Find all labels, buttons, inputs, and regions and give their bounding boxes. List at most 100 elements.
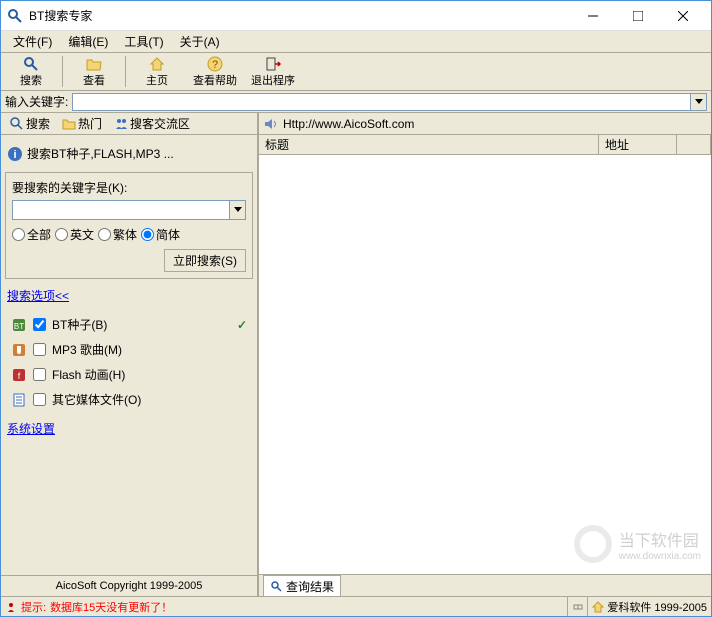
system-settings-link[interactable]: 系统设置 xyxy=(5,416,253,441)
tab-search[interactable]: 搜索 xyxy=(5,113,55,135)
tab-hot-label: 热门 xyxy=(78,115,102,132)
left-panel: 搜索 热门 搜客交流区 i 搜索BT种子,FLASH,MP3 ... 要搜索的关 xyxy=(1,113,259,596)
chevron-down-icon[interactable] xyxy=(229,201,245,219)
toolbar-help-button[interactable]: ? 查看帮助 xyxy=(186,54,244,89)
radio-simplified[interactable]: 简体 xyxy=(141,226,180,243)
bottom-tabs: 查询结果 xyxy=(259,574,711,596)
search-now-button[interactable]: 立即搜索(S) xyxy=(164,249,246,272)
folder-icon xyxy=(62,117,76,131)
watermark-text2: www.downxia.com xyxy=(619,551,701,562)
options-list: BT BT种子(B) ✓ MP3 歌曲(M) f Flash xyxy=(5,308,253,416)
watermark-icon xyxy=(573,524,613,564)
option-bt-label: BT种子(B) xyxy=(52,316,107,333)
window-title: BT搜索专家 xyxy=(29,7,570,24)
menubar: 文件(F) 编辑(E) 工具(T) 关于(A) xyxy=(1,31,711,53)
keyword-bar: 输入关键字: xyxy=(1,91,711,113)
search-icon xyxy=(10,117,24,131)
search-group: 要搜索的关键字是(K): 全部 英文 繁体 简体 立即搜索(S) xyxy=(5,172,253,279)
toolbar: 搜索 查看 主页 ? 查看帮助 退出程序 xyxy=(1,53,711,91)
right-panel: Http://www.AicoSoft.com 标题 地址 当下软件园 www.… xyxy=(259,113,711,596)
keyword-field-label: 要搜索的关键字是(K): xyxy=(12,179,246,196)
toolbar-separator xyxy=(125,56,126,87)
search-icon xyxy=(270,580,282,592)
option-flash-label: Flash 动画(H) xyxy=(52,366,125,383)
keyword-label: 输入关键字: xyxy=(5,93,68,110)
checkbox-flash[interactable] xyxy=(33,368,46,381)
info-icon: i xyxy=(7,146,23,162)
minimize-button[interactable] xyxy=(570,2,615,30)
search-icon xyxy=(23,56,39,72)
list-header: 标题 地址 xyxy=(259,135,711,155)
sound-icon xyxy=(263,116,279,132)
tab-forum[interactable]: 搜客交流区 xyxy=(109,113,195,135)
radio-traditional[interactable]: 繁体 xyxy=(98,226,137,243)
tab-search-label: 搜索 xyxy=(26,115,50,132)
chevron-down-icon[interactable] xyxy=(690,94,706,110)
svg-text:?: ? xyxy=(212,59,218,71)
tab-hot[interactable]: 热门 xyxy=(57,113,107,135)
option-other-label: 其它媒体文件(O) xyxy=(52,391,141,408)
toolbar-search-label: 搜索 xyxy=(20,72,42,88)
column-address[interactable]: 地址 xyxy=(599,135,677,154)
toolbar-separator xyxy=(62,56,63,87)
bt-icon: BT xyxy=(11,317,27,333)
left-tabs: 搜索 热门 搜客交流区 xyxy=(1,113,257,135)
url-text: Http://www.AicoSoft.com xyxy=(283,117,414,131)
check-icon: ✓ xyxy=(237,318,247,332)
watermark: 当下软件园 www.downxia.com xyxy=(573,524,701,564)
close-button[interactable] xyxy=(660,2,705,30)
toolbar-home-label: 主页 xyxy=(146,72,168,88)
music-icon xyxy=(11,342,27,358)
info-text: 搜索BT种子,FLASH,MP3 ... xyxy=(27,145,174,162)
menu-tools[interactable]: 工具(T) xyxy=(116,31,171,52)
copyright-text: AicoSoft Copyright 1999-2005 xyxy=(1,575,257,596)
statusbar: 提示: 数据库15天没有更新了！ 爱科软件 1999-2005 xyxy=(1,596,711,616)
status-tip-prefix: 提示: xyxy=(21,599,46,615)
toolbar-view-label: 查看 xyxy=(83,72,105,88)
main-window: BT搜索专家 文件(F) 编辑(E) 工具(T) 关于(A) 搜索 查看 主页 … xyxy=(0,0,712,617)
link-icon xyxy=(572,601,584,613)
tab-results[interactable]: 查询结果 xyxy=(263,575,341,597)
status-company: 爱科软件 1999-2005 xyxy=(607,599,707,615)
radio-english[interactable]: 英文 xyxy=(55,226,94,243)
exit-icon xyxy=(265,56,281,72)
status-tip-text: 数据库15天没有更新了！ xyxy=(50,599,172,615)
search-options-link[interactable]: 搜索选项<< xyxy=(5,283,253,308)
checkbox-other[interactable] xyxy=(33,393,46,406)
document-icon xyxy=(11,392,27,408)
people-icon xyxy=(114,117,128,131)
tab-forum-label: 搜客交流区 xyxy=(130,115,190,132)
window-controls xyxy=(570,2,705,30)
column-blank[interactable] xyxy=(677,135,711,154)
toolbar-exit-button[interactable]: 退出程序 xyxy=(244,54,302,89)
menu-file[interactable]: 文件(F) xyxy=(5,31,60,52)
person-icon xyxy=(5,601,17,613)
column-title[interactable]: 标题 xyxy=(259,135,599,154)
flash-icon: f xyxy=(11,367,27,383)
titlebar: BT搜索专家 xyxy=(1,1,711,31)
toolbar-search-button[interactable]: 搜索 xyxy=(2,54,60,89)
info-row: i 搜索BT种子,FLASH,MP3 ... xyxy=(5,139,253,168)
option-bt: BT BT种子(B) ✓ xyxy=(11,312,247,337)
svg-text:BT: BT xyxy=(14,322,24,331)
list-body: 当下软件园 www.downxia.com xyxy=(259,155,711,574)
watermark-text1: 当下软件园 xyxy=(619,527,701,551)
search-keyword-input[interactable] xyxy=(13,201,229,219)
keyword-combo[interactable] xyxy=(72,93,707,111)
keyword-input[interactable] xyxy=(73,94,690,110)
option-mp3-label: MP3 歌曲(M) xyxy=(52,341,122,358)
checkbox-mp3[interactable] xyxy=(33,343,46,356)
left-body: i 搜索BT种子,FLASH,MP3 ... 要搜索的关键字是(K): 全部 英… xyxy=(1,135,257,575)
menu-about[interactable]: 关于(A) xyxy=(172,31,228,52)
toolbar-view-button[interactable]: 查看 xyxy=(65,54,123,89)
status-mid xyxy=(567,597,587,616)
checkbox-bt[interactable] xyxy=(33,318,46,331)
url-bar: Http://www.AicoSoft.com xyxy=(259,113,711,135)
toolbar-home-button[interactable]: 主页 xyxy=(128,54,186,89)
option-mp3: MP3 歌曲(M) xyxy=(11,337,247,362)
menu-edit[interactable]: 编辑(E) xyxy=(60,31,116,52)
search-keyword-combo[interactable] xyxy=(12,200,246,220)
language-radios: 全部 英文 繁体 简体 xyxy=(12,226,246,243)
maximize-button[interactable] xyxy=(615,2,660,30)
radio-all[interactable]: 全部 xyxy=(12,226,51,243)
